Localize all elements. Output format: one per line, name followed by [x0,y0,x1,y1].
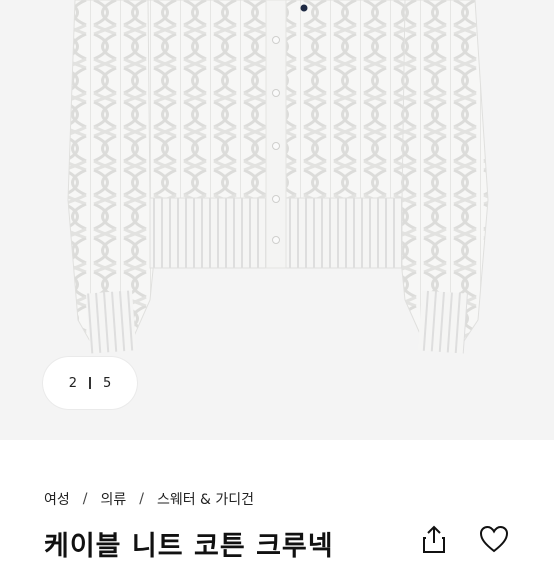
share-icon [423,525,445,553]
breadcrumb-separator: / [82,491,88,507]
breadcrumb-separator: / [139,491,144,507]
product-image-carousel[interactable]: 2 5 [0,0,554,440]
pager-total: 5 [103,375,112,391]
breadcrumb: 여성 / 의류 / 스웨터 & 가디건 [44,489,254,509]
product-title: 케이블 니트 코튼 크루넥 [44,531,334,562]
favorite-button[interactable] [479,524,509,554]
image-pager: 2 5 [43,357,137,409]
breadcrumb-item-women[interactable]: 여성 [44,489,70,509]
breadcrumb-item-sweaters-cardigans[interactable]: 스웨터 & 가디건 [157,489,254,509]
pager-current: 2 [68,375,77,391]
breadcrumb-item-clothing[interactable]: 의류 [100,489,126,509]
heart-icon [479,525,509,553]
share-button[interactable] [419,524,449,554]
pager-divider [89,377,91,389]
